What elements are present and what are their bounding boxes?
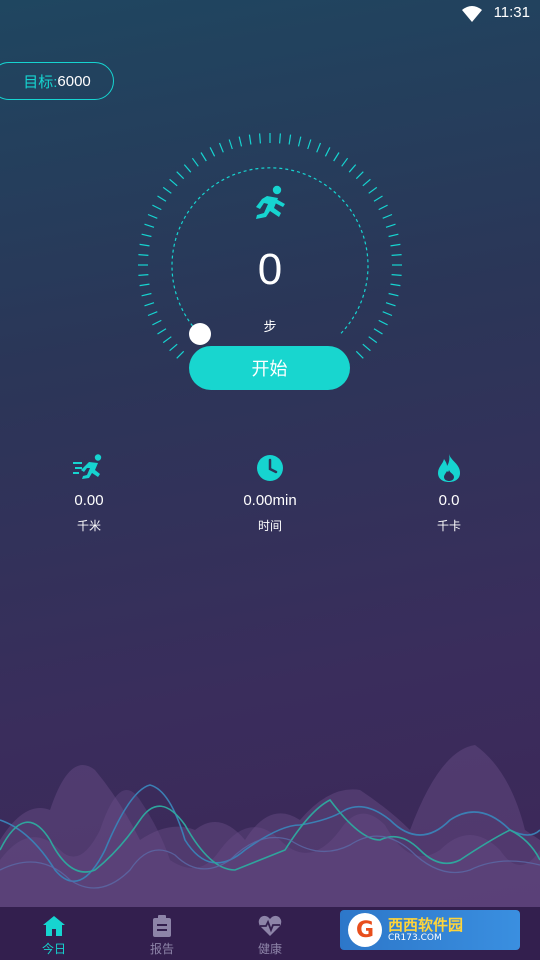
- gauge-tick: [333, 152, 340, 162]
- stat-calories: 0.0 千卡: [379, 452, 519, 534]
- gauge-tick: [362, 178, 371, 187]
- gauge-tick: [382, 311, 393, 317]
- stat-calories-value: 0.0: [438, 492, 460, 509]
- gauge-tick: [362, 343, 371, 352]
- gauge-tick: [162, 336, 172, 344]
- gauge-tick: [183, 164, 192, 173]
- gauge-tick: [297, 136, 302, 147]
- tab-report-label: 报告: [149, 942, 174, 956]
- gauge-tick: [218, 142, 224, 153]
- gauge-tick: [385, 302, 396, 307]
- running-icon: [256, 185, 285, 219]
- gauge-tick: [162, 186, 172, 194]
- gauge-tick: [279, 133, 281, 144]
- stat-distance: 0.00 千米: [19, 452, 159, 534]
- heartbeat-icon: [258, 915, 282, 936]
- gauge-tick: [373, 195, 383, 202]
- running-fast-icon: [73, 454, 102, 479]
- tab-health-label: 健康: [257, 942, 282, 956]
- gauge-tick: [388, 233, 399, 238]
- gauge-tick: [378, 204, 388, 211]
- gauge-tick: [355, 350, 364, 359]
- gauge-tick: [355, 171, 364, 180]
- flame-icon: [438, 454, 460, 482]
- gauge-tick: [141, 233, 152, 238]
- gauge-tick: [147, 213, 158, 219]
- gauge-tick: [385, 223, 396, 228]
- gauge-tick: [259, 133, 261, 144]
- step-count: 0: [257, 245, 283, 294]
- gauge-tick: [144, 223, 155, 228]
- watermark-logo: G: [348, 913, 382, 947]
- gauge-tick: [307, 139, 312, 150]
- gauge-tick: [288, 134, 292, 145]
- stat-time: 0.00min 时间: [200, 452, 340, 534]
- home-icon: [43, 916, 65, 936]
- tab-health[interactable]: 健康: [216, 907, 324, 960]
- gauge-tick: [200, 152, 207, 162]
- gauge-tick: [238, 136, 243, 147]
- gauge-tick: [144, 302, 155, 307]
- gauge-tick: [368, 336, 378, 344]
- step-unit: 步: [263, 320, 277, 335]
- gauge-tick: [169, 178, 178, 187]
- stat-distance-value: 0.00: [74, 492, 104, 509]
- gauge-tick: [316, 142, 322, 153]
- decorative-waves: [0, 745, 540, 910]
- gauge-tick: [157, 195, 167, 202]
- watermark-subtitle: CR173.COM: [388, 933, 442, 943]
- gauge-tick: [382, 213, 393, 219]
- stat-time-value: 0.00min: [243, 492, 297, 509]
- start-button[interactable]: 开始: [189, 346, 350, 390]
- gauge-tick: [147, 311, 158, 317]
- clock-icon: [257, 455, 283, 481]
- tab-today-label: 今日: [41, 942, 66, 956]
- gauge-tick: [368, 186, 378, 194]
- gauge-tick: [341, 157, 349, 167]
- gauge-tick: [324, 147, 331, 157]
- watermark-title: 西西软件园: [388, 916, 464, 934]
- gauge-tick: [169, 343, 178, 352]
- gauge-tick: [248, 134, 252, 145]
- gauge-tick: [348, 164, 357, 173]
- gauge-tick: [176, 350, 185, 359]
- stat-distance-label: 千米: [76, 519, 101, 533]
- stat-time-label: 时间: [257, 519, 282, 533]
- clipboard-icon: [153, 915, 171, 937]
- gauge-tick: [176, 171, 185, 180]
- watermark: G 西西软件园 CR173.COM: [340, 910, 520, 950]
- stat-calories-label: 千卡: [436, 519, 461, 533]
- tab-today[interactable]: 今日: [0, 907, 108, 960]
- tab-report[interactable]: 报告: [108, 907, 216, 960]
- gauge-tick: [152, 204, 162, 211]
- gauge-tick: [191, 157, 199, 167]
- gauge-tick: [209, 147, 216, 157]
- gauge-tick: [228, 139, 233, 150]
